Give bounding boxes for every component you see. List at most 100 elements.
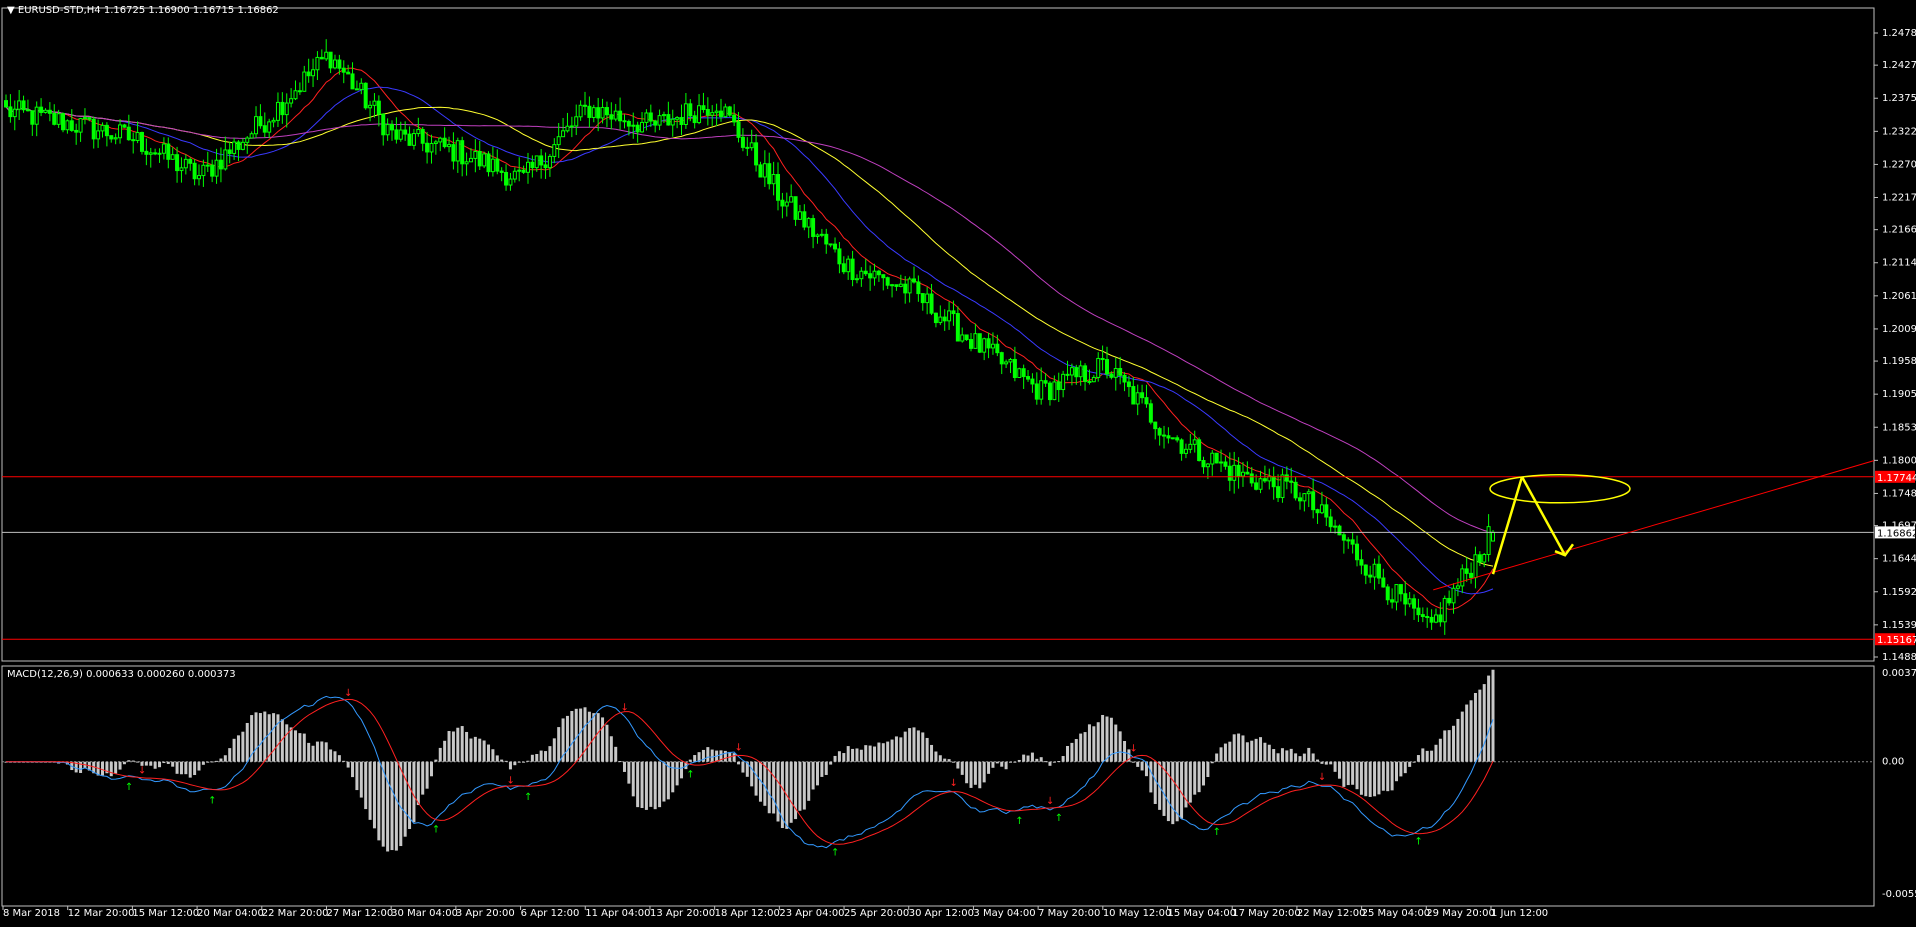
signal-arrow-down-icon: ↓ bbox=[506, 775, 514, 786]
candle-body-bear bbox=[780, 199, 785, 207]
macd-histogram-bar bbox=[114, 761, 118, 774]
macd-histogram-bar bbox=[1324, 761, 1328, 765]
candle-body-bull bbox=[714, 110, 719, 114]
candle-body-bull bbox=[289, 98, 294, 104]
macd-histogram-bar bbox=[741, 761, 745, 773]
candle-body-bear bbox=[346, 71, 351, 75]
macd-histogram-bar bbox=[640, 761, 644, 808]
candle-body-bull bbox=[118, 124, 123, 139]
candle-body-bear bbox=[811, 218, 816, 237]
macd-histogram-bar bbox=[1298, 756, 1302, 762]
candle-body-bear bbox=[1398, 584, 1403, 595]
macd-histogram-bar bbox=[1079, 733, 1083, 762]
price-chart-svg[interactable]: ↑↓↑↓↑↓↑↓↑↓↑↓↑↓↑↓↑↓↑ 1.247851.242751.2375… bbox=[0, 0, 1916, 924]
macd-histogram-bar bbox=[1092, 726, 1096, 762]
chart-root[interactable]: ↑↓↑↓↑↓↑↓↑↓↑↓↑↓↑↓↑↓↑ 1.247851.242751.2375… bbox=[0, 0, 1916, 924]
candle-body-bull bbox=[938, 316, 943, 324]
signal-arrow-down-icon: ↓ bbox=[949, 778, 957, 789]
macd-histogram-bar bbox=[1381, 761, 1385, 791]
macd-histogram-bar bbox=[1342, 761, 1346, 787]
candle-body-bear bbox=[964, 334, 969, 341]
macd-histogram-bar bbox=[631, 761, 635, 797]
candle-body-bull bbox=[1473, 554, 1478, 579]
macd-histogram-bar bbox=[539, 750, 543, 762]
candle-body-bear bbox=[1254, 482, 1259, 490]
macd-histogram-bar bbox=[1333, 761, 1337, 772]
macd-histogram-bar bbox=[1412, 761, 1416, 763]
candle-body-bull bbox=[973, 333, 978, 349]
candle-body-bull bbox=[17, 100, 22, 110]
candle-body-bear bbox=[969, 339, 974, 349]
macd-histogram-bar bbox=[438, 747, 442, 762]
macd-histogram-bar bbox=[1210, 761, 1214, 764]
macd-histogram-bar bbox=[1013, 761, 1017, 763]
macd-histogram-bar bbox=[535, 753, 539, 762]
candle-body-bull bbox=[293, 90, 298, 100]
macd-histogram-bar bbox=[1123, 741, 1127, 762]
macd-histogram-bar bbox=[1452, 725, 1456, 762]
candle-body-bull bbox=[854, 278, 859, 281]
collapse-triangle-icon[interactable]: ▼ bbox=[7, 5, 15, 16]
time-axis-label: 25 May 04:00 bbox=[1362, 908, 1431, 919]
macd-histogram-bar bbox=[1460, 711, 1464, 762]
candle-body-bull bbox=[525, 161, 530, 173]
macd-histogram-bar bbox=[1035, 758, 1039, 762]
macd-histogram-bar bbox=[982, 761, 986, 783]
candle-body-bull bbox=[1135, 392, 1140, 405]
macd-histogram-bar bbox=[1425, 750, 1429, 762]
macd-histogram-bar bbox=[1368, 761, 1372, 797]
macd-histogram-bar bbox=[469, 738, 473, 762]
macd-histogram-bar bbox=[184, 761, 188, 775]
macd-histogram-bar bbox=[873, 746, 877, 762]
macd-histogram-bar bbox=[487, 744, 491, 762]
candle-body-bear bbox=[297, 90, 302, 93]
macd-histogram-bar bbox=[583, 707, 587, 762]
macd-histogram-bar bbox=[127, 760, 131, 762]
macd-histogram-bar bbox=[530, 754, 534, 762]
candle-body-bull bbox=[1482, 553, 1487, 563]
price-axis-label: 1.15395 bbox=[1882, 620, 1916, 631]
macd-histogram-bar bbox=[1193, 761, 1197, 795]
signal-arrow-down-icon: ↓ bbox=[1046, 796, 1054, 807]
macd-histogram-bar bbox=[622, 761, 626, 772]
macd-histogram-bar bbox=[1052, 761, 1056, 763]
candle-body-bull bbox=[552, 144, 557, 157]
macd-histogram-bar bbox=[1346, 761, 1350, 786]
macd-histogram-bar bbox=[829, 761, 833, 765]
macd-histogram-bar bbox=[1316, 759, 1320, 762]
candle-body-bear bbox=[824, 233, 829, 245]
macd-histogram-bar bbox=[921, 732, 925, 762]
candle-body-bear bbox=[539, 155, 544, 166]
candle-body-bull bbox=[846, 258, 851, 273]
candle bbox=[139, 131, 144, 155]
candle-body-bear bbox=[166, 143, 171, 160]
macd-histogram-bar bbox=[881, 743, 885, 762]
chart-background bbox=[0, 0, 1916, 924]
candle-body-bear bbox=[1056, 381, 1061, 391]
macd-histogram-bar bbox=[526, 760, 530, 762]
macd-histogram-bar bbox=[302, 733, 306, 762]
candle-body-bull bbox=[249, 133, 254, 139]
candle-body-bear bbox=[1390, 599, 1395, 603]
candle-body-bull bbox=[311, 69, 316, 77]
macd-histogram-bar bbox=[802, 761, 806, 810]
candle-body-bear bbox=[701, 105, 706, 111]
macd-histogram-bar bbox=[890, 739, 894, 762]
candle-body-bull bbox=[490, 158, 495, 173]
time-axis-label: 13 Apr 20:00 bbox=[650, 908, 715, 919]
time-axis-label: 8 Mar 2018 bbox=[3, 908, 60, 919]
candle-body-bull bbox=[148, 152, 153, 155]
candle-body-bear bbox=[850, 258, 855, 280]
macd-histogram-bar bbox=[737, 761, 741, 765]
macd-histogram-bar bbox=[311, 745, 315, 762]
candle-body-bull bbox=[332, 59, 337, 69]
candle-body-bull bbox=[482, 153, 487, 167]
candle-body-bull bbox=[898, 283, 903, 287]
candle-body-bull bbox=[197, 175, 202, 180]
macd-histogram-bar bbox=[991, 761, 995, 768]
candle-body-bull bbox=[1491, 531, 1495, 542]
candle-body-bull bbox=[1442, 597, 1447, 623]
macd-histogram-bar bbox=[636, 761, 640, 808]
candle-body-bear bbox=[955, 313, 960, 342]
macd-histogram-bar bbox=[276, 714, 280, 762]
